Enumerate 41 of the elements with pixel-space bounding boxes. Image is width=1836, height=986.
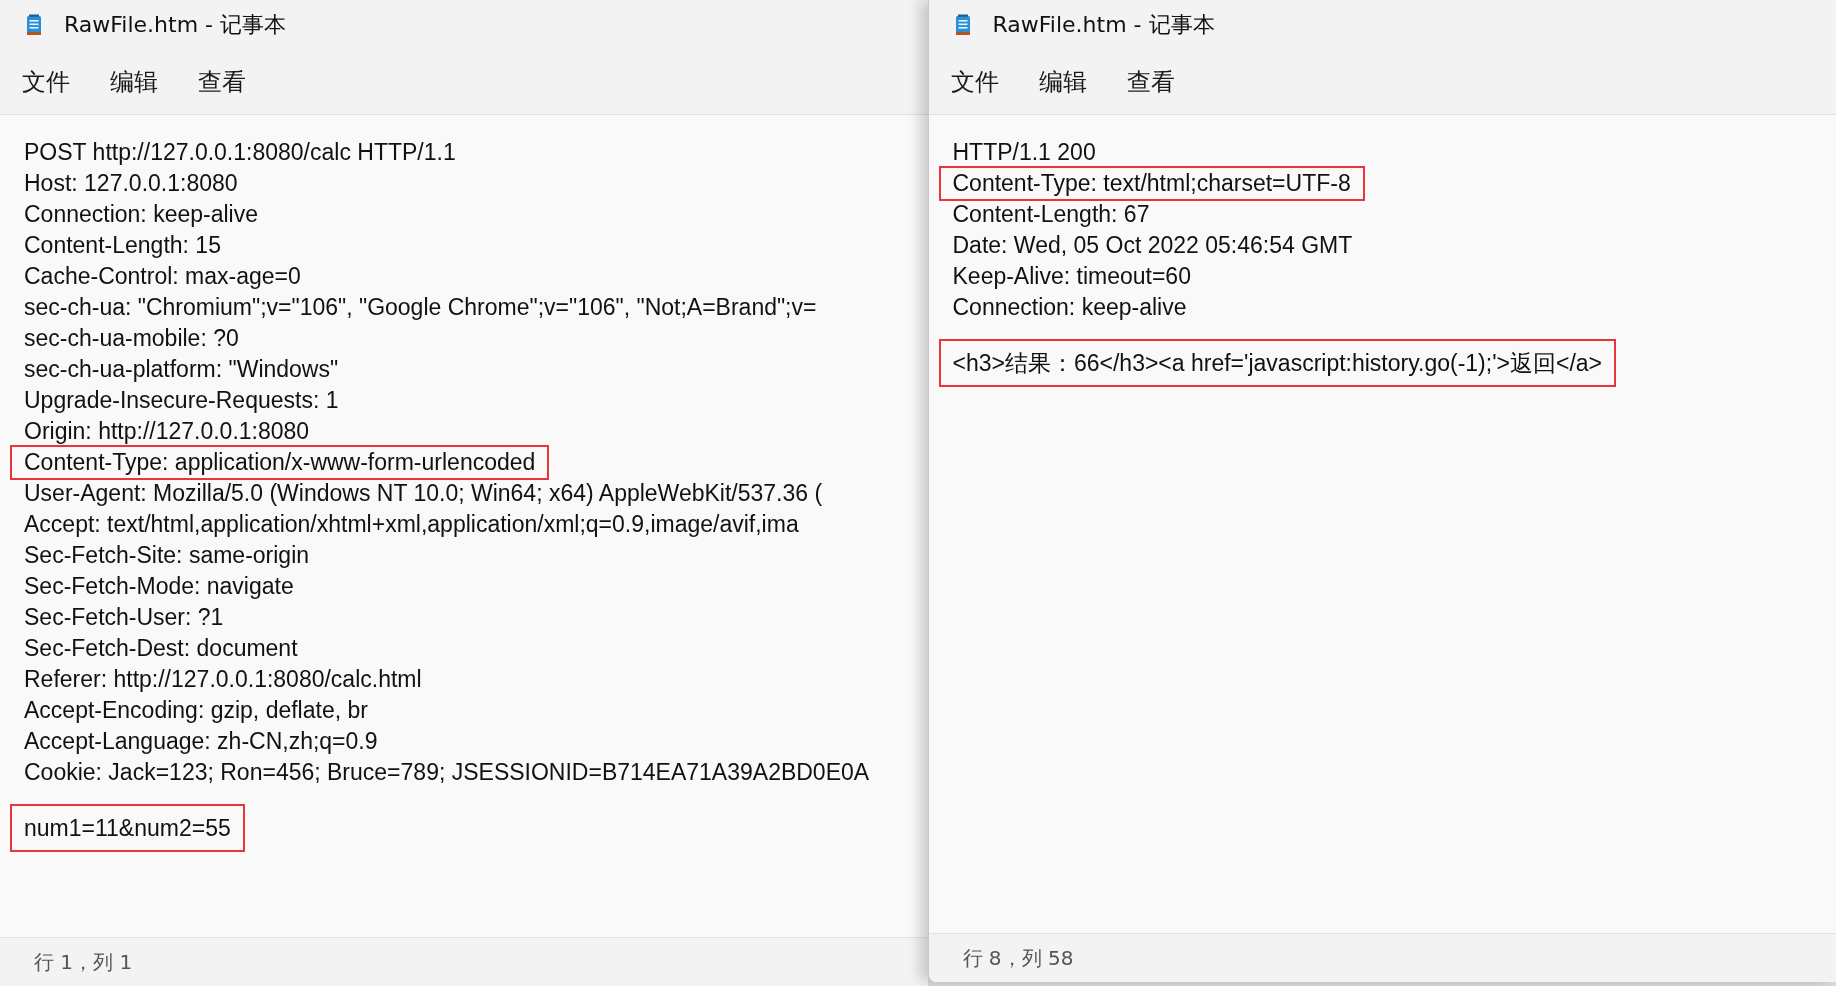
menu-item[interactable]: 文件 bbox=[950, 66, 999, 98]
notepad-icon bbox=[954, 14, 971, 36]
text-line: Cookie: Jack=123; Ron=456; Bruce=789; JSESSIONID=B714EA71A39A2BD0E0A bbox=[23, 758, 871, 787]
text-line: Connection: keep-alive bbox=[951, 293, 1188, 322]
window-title: RawFile.htm - 记事本 bbox=[992, 11, 1215, 39]
cursor-position: 行 1，列 1 bbox=[34, 948, 133, 976]
text-line: Origin: http://127.0.0.1:8080 bbox=[23, 417, 311, 446]
cursor-position: 行 8，列 58 bbox=[962, 944, 1074, 972]
text-line: sec-ch-ua: "Chromium";v="106", "Google Chrome";v="106", "Not;A=Brand";v= bbox=[23, 293, 818, 322]
text-line: Connection: keep-alive bbox=[23, 200, 259, 229]
text-line: <h3>结果：66</h3><a href='javascript:history.go(-1);'>返回</a> bbox=[940, 341, 1614, 385]
text-line: sec-ch-ua-platform: "Windows" bbox=[23, 355, 340, 384]
text-line: Sec-Fetch-Mode: navigate bbox=[23, 572, 295, 601]
menu-item[interactable]: 文件 bbox=[22, 66, 70, 98]
text-line: Accept-Encoding: gzip, deflate, br bbox=[23, 696, 369, 725]
menu-item[interactable]: 查看 bbox=[1126, 66, 1175, 98]
text-line: Sec-Fetch-Dest: document bbox=[23, 634, 299, 663]
text-line: Content-Length: 15 bbox=[23, 231, 222, 260]
text-line: Content-Type: application/x-www-form-urlencoded bbox=[12, 447, 548, 478]
text-line: Referer: http://127.0.0.1:8080/calc.html bbox=[23, 665, 423, 694]
text-line: Accept: text/html,application/xhtml+xml,application/xml;q=0.9,image/avif,ima bbox=[23, 510, 800, 539]
text-line: Sec-Fetch-User: ?1 bbox=[23, 603, 225, 632]
notepad-icon bbox=[26, 14, 42, 36]
text-line: Date: Wed, 05 Oct 2022 05:46:54 GMT bbox=[951, 231, 1354, 260]
menu-item[interactable]: 查看 bbox=[198, 66, 246, 98]
text-line: Upgrade-Insecure-Requests: 1 bbox=[23, 386, 340, 415]
text-line: HTTP/1.1 200 bbox=[951, 138, 1097, 167]
text-line: sec-ch-ua-mobile: ?0 bbox=[23, 324, 240, 353]
text-line: Accept-Language: zh-CN,zh;q=0.9 bbox=[23, 727, 379, 756]
text-line: Keep-Alive: timeout=60 bbox=[951, 262, 1192, 291]
text-line: Cache-Control: max-age=0 bbox=[23, 262, 302, 291]
text-line: Sec-Fetch-Site: same-origin bbox=[23, 541, 311, 570]
text-line: Host: 127.0.0.1:8080 bbox=[23, 169, 239, 198]
text-line: num1=11&num2=55 bbox=[12, 806, 243, 850]
menu-item[interactable]: 编辑 bbox=[110, 66, 158, 98]
text-line: Content-Type: text/html;charset=UTF-8 bbox=[940, 168, 1363, 199]
text-line: POST http://127.0.0.1:8080/calc HTTP/1.1 bbox=[23, 138, 457, 167]
text-line: Content-Length: 67 bbox=[951, 200, 1151, 229]
window-title: RawFile.htm - 记事本 bbox=[64, 11, 286, 39]
text-line: User-Agent: Mozilla/5.0 (Windows NT 10.0; Win64; x64) AppleWebKit/537.36 ( bbox=[23, 479, 824, 508]
menu-item[interactable]: 编辑 bbox=[1038, 66, 1087, 98]
